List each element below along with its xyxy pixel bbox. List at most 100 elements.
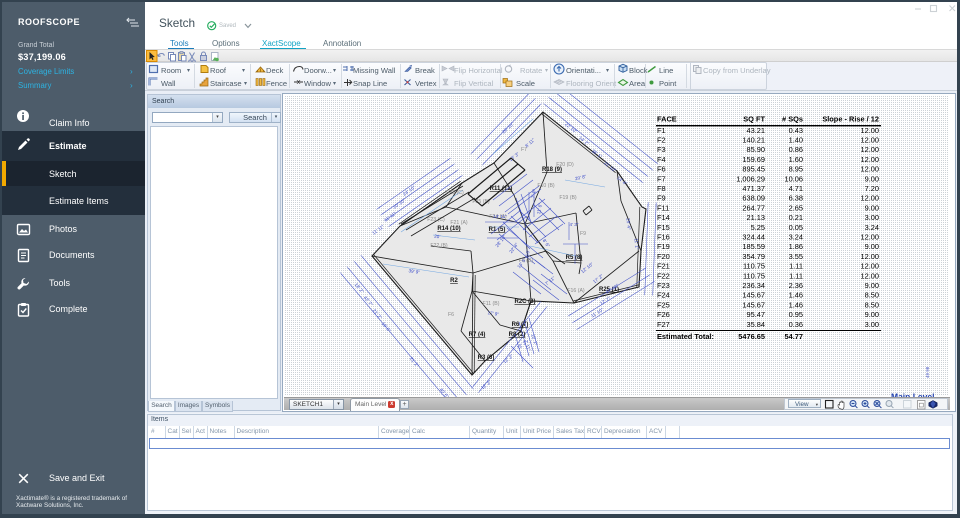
svg-text:145.67: 145.67 <box>742 291 765 300</box>
svg-text:8.50: 8.50 <box>865 291 879 300</box>
svg-text:3.00: 3.00 <box>865 213 879 222</box>
svg-text:# SQs: # SQs <box>782 115 803 124</box>
svg-text:FACE: FACE <box>657 115 677 124</box>
svg-text:F20 (D): F20 (D) <box>556 162 574 168</box>
svg-text:20': 20' <box>434 234 441 240</box>
svg-text:6.38: 6.38 <box>789 194 803 203</box>
svg-text:12.00: 12.00 <box>861 194 880 203</box>
svg-text:12.00: 12.00 <box>861 136 880 145</box>
svg-text:35.84: 35.84 <box>747 320 766 329</box>
svg-text:R3 (6): R3 (6) <box>478 355 495 361</box>
svg-text:F16 (A): F16 (A) <box>567 288 585 294</box>
svg-text:1.11: 1.11 <box>789 262 803 271</box>
svg-text:145.67: 145.67 <box>742 300 765 309</box>
svg-text:12.00: 12.00 <box>861 155 880 164</box>
svg-text:140.21: 140.21 <box>742 136 765 145</box>
svg-text:9.00: 9.00 <box>865 174 879 183</box>
svg-text:F4: F4 <box>657 155 666 164</box>
svg-text:11' 1": 11' 1" <box>634 238 640 250</box>
svg-text:0.36: 0.36 <box>789 320 803 329</box>
svg-text:7.20: 7.20 <box>865 184 879 193</box>
svg-text:110.75: 110.75 <box>743 262 765 271</box>
svg-text:F6: F6 <box>448 312 454 318</box>
svg-text:F23 (C): F23 (C) <box>427 217 445 223</box>
svg-text:12.00: 12.00 <box>861 262 880 271</box>
svg-text:F19 (B): F19 (B) <box>559 195 577 201</box>
svg-text:0.86: 0.86 <box>789 145 803 154</box>
svg-text:185.59: 185.59 <box>742 242 765 251</box>
svg-text:9.00: 9.00 <box>865 242 879 251</box>
svg-text:F25: F25 <box>657 300 670 309</box>
svg-text:12.00: 12.00 <box>861 126 880 135</box>
svg-text:F21: F21 <box>657 262 670 271</box>
svg-text:F26: F26 <box>657 310 670 319</box>
svg-text:9.00: 9.00 <box>865 281 879 290</box>
svg-text:F7: F7 <box>657 174 666 183</box>
svg-text:F21 (A): F21 (A) <box>450 220 468 226</box>
svg-text:F22: F22 <box>657 271 670 280</box>
svg-text:264.77: 264.77 <box>742 203 765 212</box>
svg-text:54.77: 54.77 <box>785 332 804 341</box>
svg-text:3.55: 3.55 <box>789 252 803 261</box>
svg-text:F9: F9 <box>580 231 586 237</box>
svg-text:9.00: 9.00 <box>865 310 879 319</box>
svg-text:F27: F27 <box>657 320 670 329</box>
svg-text:3.24: 3.24 <box>865 223 879 232</box>
svg-text:10.06: 10.06 <box>785 174 804 183</box>
svg-text:12.00: 12.00 <box>861 252 880 261</box>
svg-text:236.34: 236.34 <box>742 281 765 290</box>
svg-text:1.46: 1.46 <box>789 300 803 309</box>
svg-text:F8: F8 <box>657 184 666 193</box>
svg-text:F1: F1 <box>657 126 666 135</box>
svg-text:R5 (8): R5 (8) <box>566 255 583 261</box>
svg-text:F14: F14 <box>657 213 670 222</box>
svg-text:471.37: 471.37 <box>742 184 765 193</box>
svg-text:R11 (11): R11 (11) <box>490 186 513 192</box>
svg-text:R7 (4): R7 (4) <box>469 332 486 338</box>
svg-text:43.21: 43.21 <box>747 126 766 135</box>
svg-text:F11: F11 <box>657 203 669 212</box>
svg-text:12.00: 12.00 <box>861 165 880 174</box>
svg-text:9.00: 9.00 <box>865 203 879 212</box>
svg-text:5.25: 5.25 <box>751 223 765 232</box>
svg-text:Slope - Rise / 12: Slope - Rise / 12 <box>822 115 879 124</box>
svg-text:F2: F2 <box>657 136 666 145</box>
svg-text:Estimated Total:: Estimated Total: <box>657 332 714 341</box>
svg-text:F24: F24 <box>657 291 670 300</box>
svg-text:159.69: 159.69 <box>742 155 765 164</box>
svg-text:354.79: 354.79 <box>742 252 765 261</box>
svg-text:R2C (3): R2C (3) <box>514 299 535 305</box>
svg-text:F20: F20 <box>657 252 670 261</box>
svg-text:1.11: 1.11 <box>789 271 803 280</box>
svg-text:F23: F23 <box>657 281 670 290</box>
svg-text:12.00: 12.00 <box>861 233 880 242</box>
svg-text:5476.65: 5476.65 <box>738 332 765 341</box>
svg-text:F6: F6 <box>657 165 666 174</box>
svg-text:0.95: 0.95 <box>789 310 803 319</box>
svg-text:4.71: 4.71 <box>789 184 803 193</box>
svg-text:F3: F3 <box>657 145 666 154</box>
svg-text:8.95: 8.95 <box>789 165 803 174</box>
svg-text:F22 (B): F22 (B) <box>430 243 448 249</box>
svg-text:25' 4": 25' 4" <box>626 218 632 230</box>
svg-text:SQ FT: SQ FT <box>743 115 765 124</box>
svg-text:F15: F15 <box>657 223 670 232</box>
svg-text:895.45: 895.45 <box>742 165 765 174</box>
svg-text:R2: R2 <box>450 278 458 284</box>
svg-text:R1 (5): R1 (5) <box>489 227 506 233</box>
svg-text:F19: F19 <box>657 242 670 251</box>
svg-text:49 98: 49 98 <box>925 366 930 378</box>
svg-text:F9: F9 <box>657 194 666 203</box>
svg-text:F16: F16 <box>657 233 670 242</box>
svg-text:F10 (B): F10 (B) <box>537 183 555 189</box>
svg-text:324.44: 324.44 <box>742 233 765 242</box>
svg-text:638.09: 638.09 <box>742 194 765 203</box>
svg-text:3.00: 3.00 <box>865 320 879 329</box>
svg-text:4' 3": 4' 3" <box>570 222 579 227</box>
svg-text:F11 (B): F11 (B) <box>483 301 500 307</box>
svg-text:12.00: 12.00 <box>861 145 880 154</box>
svg-text:1,006.29: 1,006.29 <box>736 174 765 183</box>
svg-text:21.13: 21.13 <box>747 213 766 222</box>
svg-text:0.05: 0.05 <box>789 223 803 232</box>
svg-text:1.60: 1.60 <box>789 155 803 164</box>
